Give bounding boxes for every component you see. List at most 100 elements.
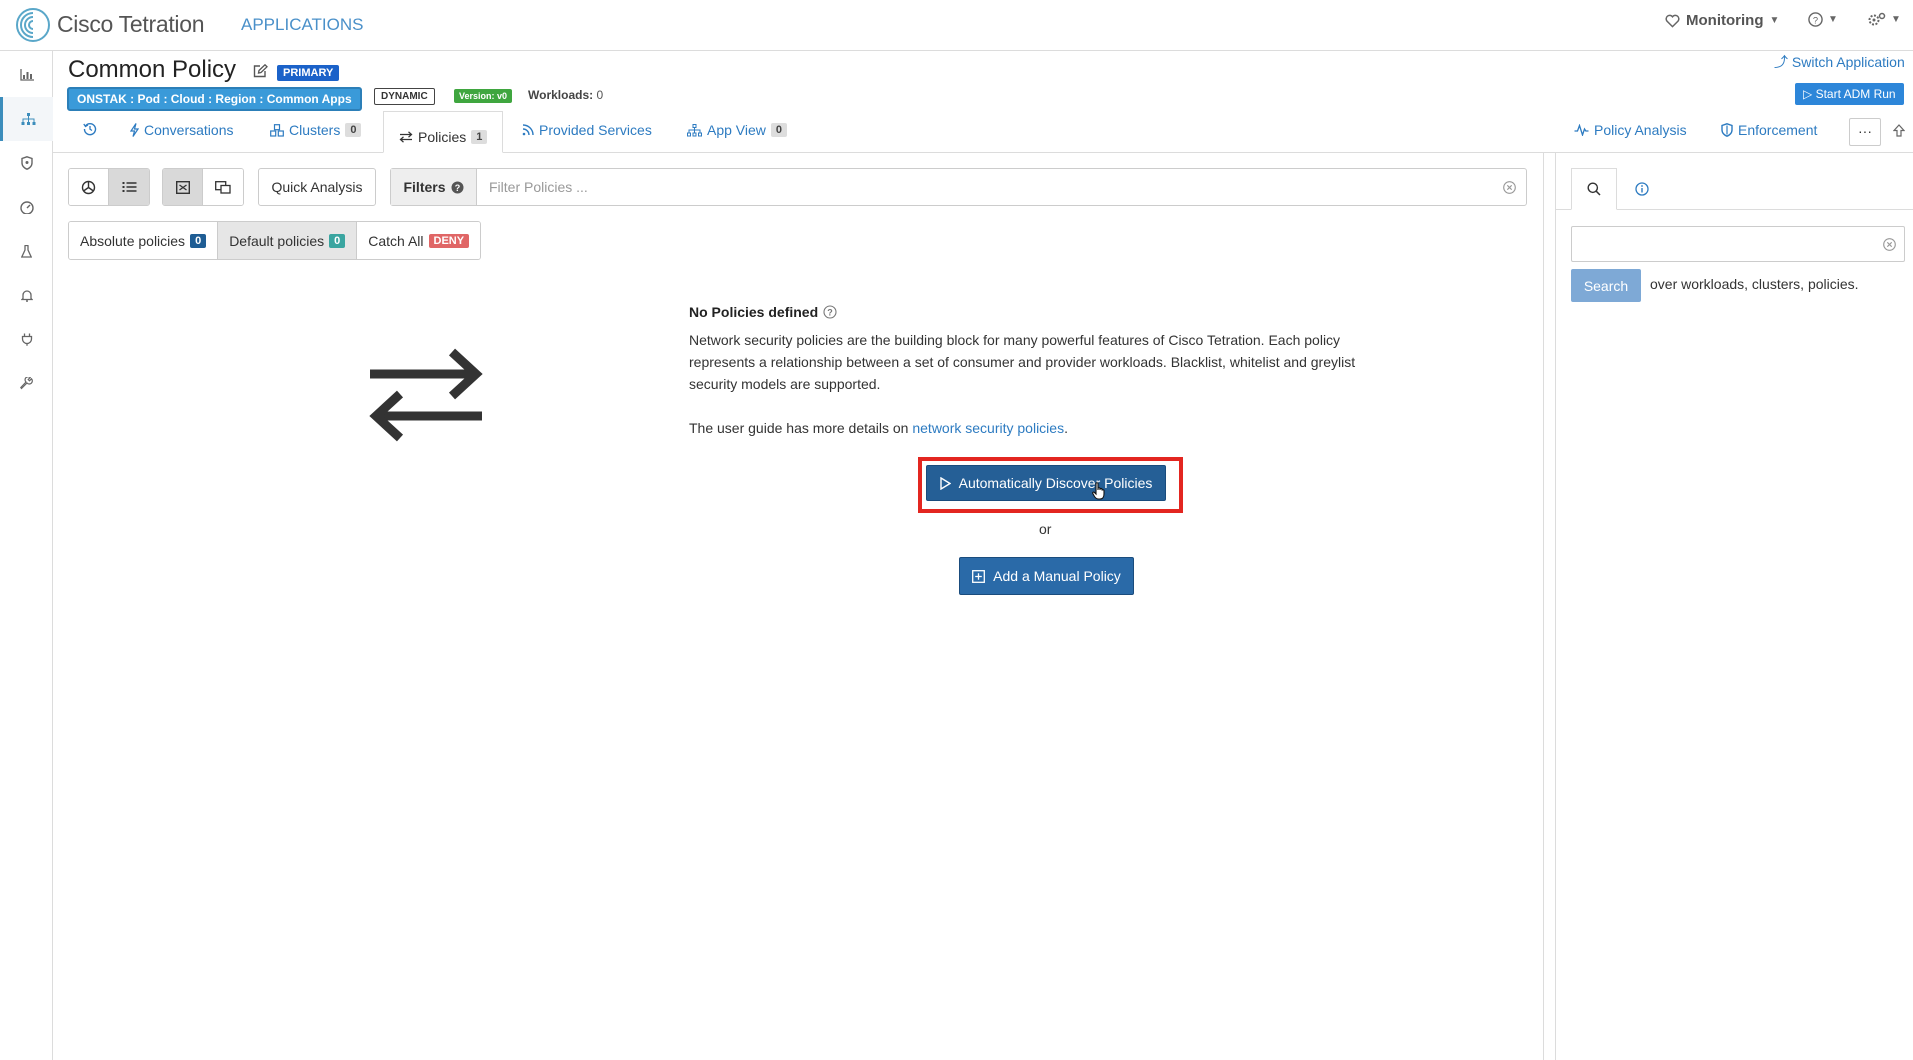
start-adm-run-button[interactable]: ▷ Start ADM Run: [1795, 83, 1904, 105]
gears-icon: [1868, 12, 1886, 26]
policy-type-tabs: Absolute policies 0 Default policies 0 C…: [68, 221, 482, 260]
app-view-count: 0: [770, 123, 788, 137]
user-guide-text: The user guide has more details on netwo…: [689, 420, 1068, 436]
sitemap-icon: [21, 112, 35, 125]
info-icon: [1635, 182, 1649, 196]
monitoring-label: Monitoring: [1686, 12, 1764, 29]
monitoring-menu[interactable]: Monitoring ▼: [1665, 12, 1779, 29]
bolt-icon: [130, 123, 139, 137]
nav-dashboard[interactable]: [0, 53, 53, 97]
filter-policies-input[interactable]: [477, 169, 1492, 205]
tab-enforcement[interactable]: Enforcement: [1721, 122, 1817, 138]
empty-state-title: No Policies defined ?: [689, 304, 837, 320]
switch-arrow-icon: ⤴: [1774, 54, 1788, 70]
more-options-button[interactable]: ···: [1849, 118, 1881, 146]
chevron-down-icon: ▼: [1891, 14, 1901, 25]
tab-provided-services[interactable]: Provided Services: [522, 122, 652, 138]
nav-applications[interactable]: [0, 97, 53, 141]
dynamic-badge: DYNAMIC: [374, 88, 435, 105]
panel-divider[interactable]: [1543, 153, 1544, 1060]
clear-search-icon[interactable]: [1874, 227, 1904, 261]
side-panel-tab-search[interactable]: [1571, 168, 1617, 210]
exchange-icon: [366, 348, 486, 447]
svg-text:?: ?: [827, 308, 833, 318]
nav-maintenance[interactable]: [0, 361, 53, 405]
collapse-header-icon[interactable]: [1892, 124, 1906, 142]
tab-clusters[interactable]: Clusters 0: [270, 122, 362, 138]
play-icon: [939, 476, 951, 490]
absolute-policies-tab[interactable]: Absolute policies 0: [69, 222, 219, 259]
side-panel-search-hint: over workloads, clusters, policies.: [1650, 276, 1859, 292]
discover-button-label: Automatically Discover Policies: [958, 475, 1153, 491]
tab-conversations[interactable]: Conversations: [130, 122, 234, 138]
tab-provided-services-label: Provided Services: [539, 122, 652, 138]
logo-text[interactable]: Cisco Tetration: [57, 11, 205, 38]
absolute-policies-label: Absolute policies: [80, 232, 186, 249]
matrix-view-button[interactable]: [163, 169, 203, 205]
filter-bar: Filters ?: [390, 168, 1527, 206]
nav-connectors[interactable]: [0, 317, 53, 361]
layout-toggle: [162, 168, 244, 206]
edit-icon[interactable]: [253, 63, 268, 83]
cisco-tetration-logo-icon[interactable]: [14, 6, 52, 44]
help-menu[interactable]: ? ▼: [1808, 12, 1838, 27]
manual-button-label: Add a Manual Policy: [993, 568, 1121, 584]
workloads-count: Workloads: 0: [528, 88, 603, 102]
catch-all-tab[interactable]: Catch All DENY: [357, 222, 481, 259]
bell-icon: [20, 289, 33, 302]
tab-clusters-label: Clusters: [289, 122, 341, 138]
filters-button[interactable]: Filters ?: [391, 169, 477, 205]
automatically-discover-policies-button[interactable]: Automatically Discover Policies: [926, 465, 1166, 501]
primary-badge: PRIMARY: [277, 65, 340, 81]
nav-security[interactable]: [0, 141, 53, 185]
split-view-icon: [215, 180, 231, 194]
nav-monitoring[interactable]: [0, 185, 53, 229]
default-policies-tab[interactable]: Default policies 0: [218, 222, 358, 259]
split-view-button[interactable]: [203, 169, 243, 205]
history-icon: [83, 122, 97, 136]
search-icon: [1587, 182, 1601, 196]
tab-app-view-label: App View: [707, 122, 766, 138]
cubes-icon: [270, 123, 284, 137]
side-panel-tab-info[interactable]: [1627, 168, 1657, 210]
absolute-policies-count: 0: [190, 233, 207, 248]
tab-history[interactable]: [83, 122, 97, 136]
plug-icon: [21, 333, 32, 346]
catch-all-deny-badge: DENY: [428, 233, 470, 248]
workloads-value: 0: [596, 88, 604, 102]
question-circle-icon: ?: [451, 181, 463, 193]
side-panel-search-input[interactable]: [1572, 227, 1874, 261]
wrench-icon: [20, 376, 33, 389]
list-view-button[interactable]: [109, 169, 149, 205]
chevron-down-icon: ▼: [1828, 14, 1838, 25]
add-manual-policy-button[interactable]: Add a Manual Policy: [959, 557, 1134, 595]
shield-icon: [20, 156, 33, 170]
scope-badge[interactable]: ONSTAK : Pod : Cloud : Region : Common A…: [67, 87, 362, 111]
quick-analysis-button[interactable]: Quick Analysis: [258, 168, 376, 206]
heartbeat-icon: [1665, 14, 1680, 28]
version-badge[interactable]: Version: v0: [454, 89, 513, 103]
side-panel-search-button[interactable]: Search: [1571, 269, 1641, 302]
side-panel-search-box: [1571, 226, 1905, 262]
tab-policy-analysis[interactable]: Policy Analysis: [1574, 122, 1687, 138]
workloads-label: Workloads:: [528, 88, 594, 102]
network-security-policies-link[interactable]: network security policies: [912, 420, 1064, 436]
tab-enforcement-label: Enforcement: [1738, 122, 1818, 138]
catch-all-label: Catch All: [368, 232, 424, 249]
switch-application-link[interactable]: ⤴ Switch Application: [1774, 52, 1905, 72]
help-icon: ?: [1808, 12, 1823, 27]
nav-alerts[interactable]: [0, 273, 53, 317]
tab-policies[interactable]: Policies 1: [383, 111, 504, 153]
tab-policy-analysis-label: Policy Analysis: [1594, 122, 1687, 138]
policies-count: 1: [471, 130, 488, 144]
matrix-icon: [175, 180, 190, 194]
shield-icon: [1721, 123, 1733, 137]
plus-square-icon: [972, 569, 986, 583]
clear-filter-icon[interactable]: [1492, 169, 1526, 205]
tab-app-view[interactable]: App View 0: [687, 122, 788, 138]
pie-chart-view-button[interactable]: [69, 169, 109, 205]
settings-menu[interactable]: ▼: [1868, 12, 1901, 27]
question-circle-icon[interactable]: ?: [823, 305, 837, 319]
svg-text:?: ?: [454, 183, 460, 193]
nav-experimental[interactable]: [0, 229, 53, 273]
